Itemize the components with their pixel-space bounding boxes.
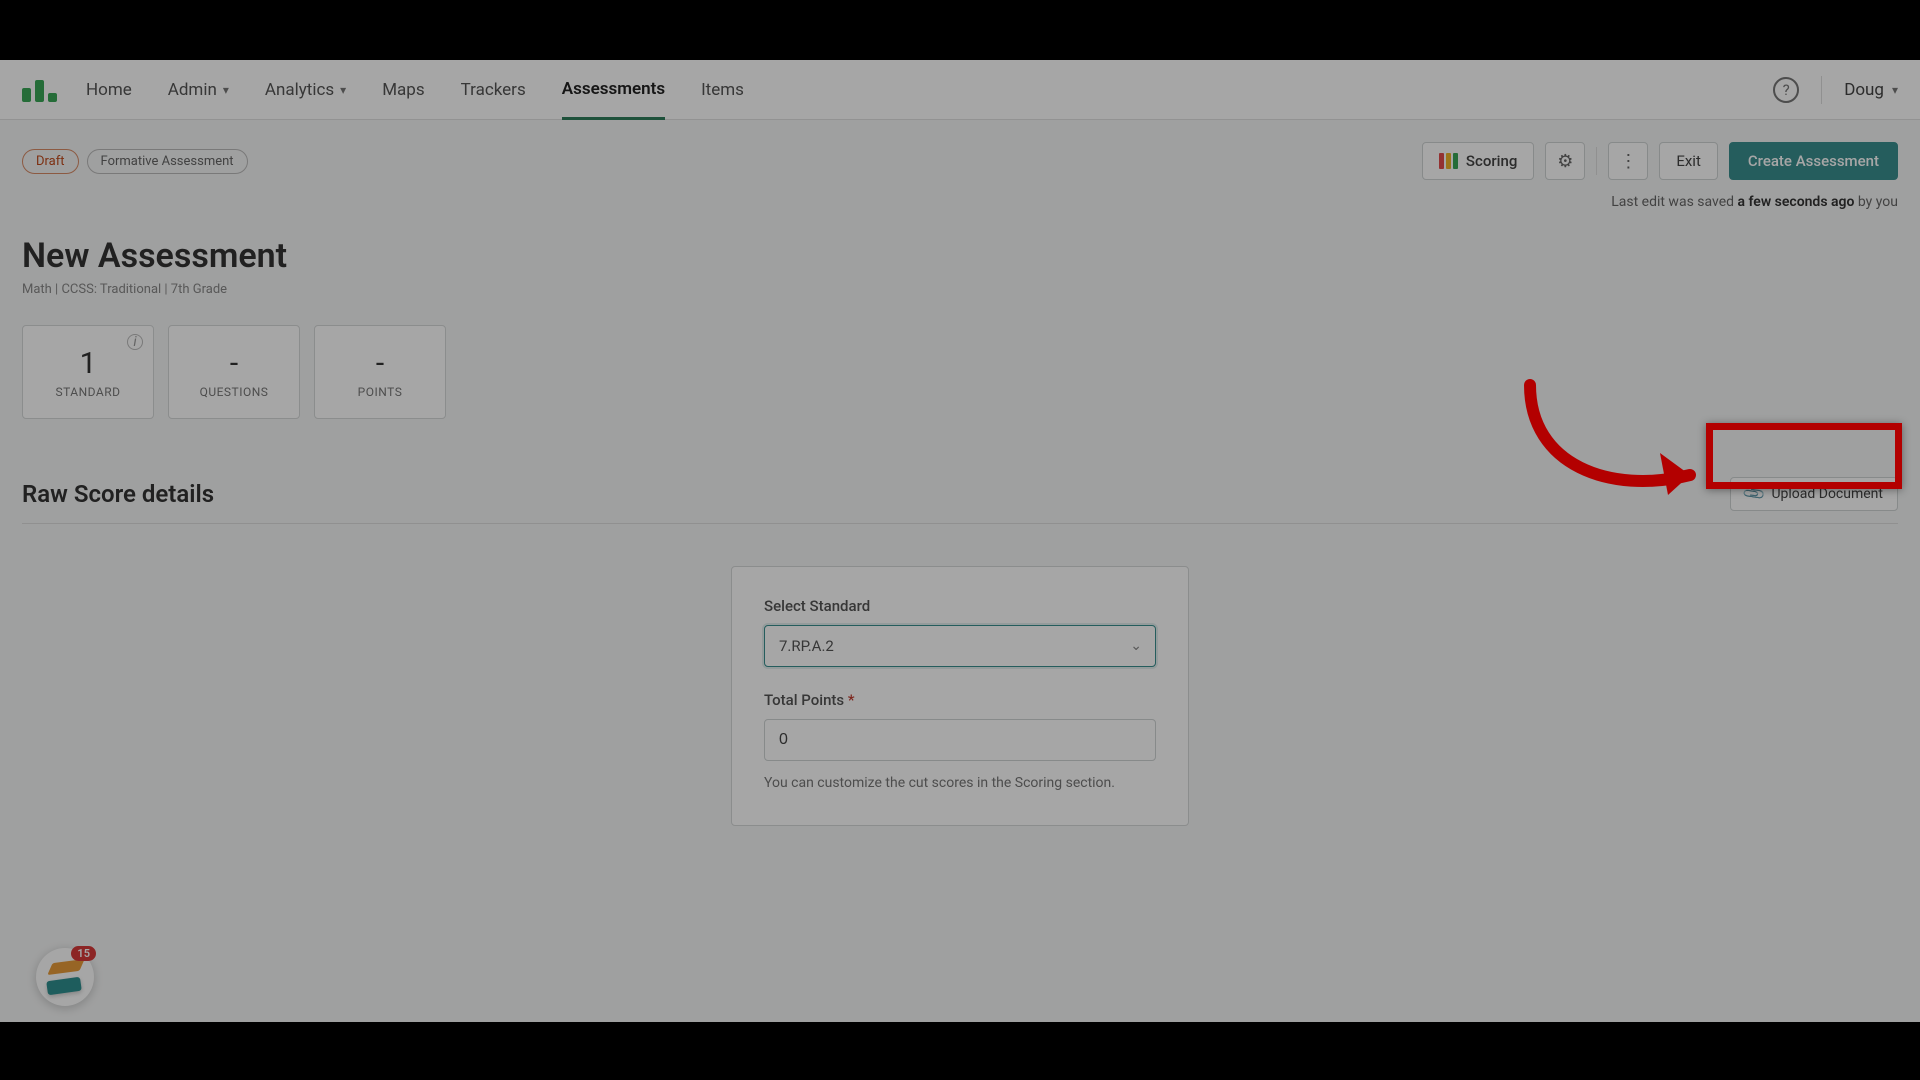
stat-questions-value: - [230,346,238,381]
content: Draft Formative Assessment Scoring ⚙ ⋮ E… [0,120,1920,848]
save-prefix: Last edit was saved [1611,194,1737,210]
nav-maps[interactable]: Maps [382,62,424,118]
status-badges: Draft Formative Assessment [22,149,248,174]
letterbox-top [0,0,1920,60]
chevron-down-icon: ▾ [223,83,229,97]
stat-points-label: POINTS [358,385,403,399]
stat-standard-label: STANDARD [55,385,120,399]
stat-points[interactable]: - POINTS [314,325,446,419]
widget-icon [47,959,83,995]
save-when: a few seconds ago [1738,194,1855,210]
chevron-down-icon: ▾ [1892,83,1898,97]
letterbox-bottom [0,1022,1920,1080]
stat-standard[interactable]: i 1 STANDARD [22,325,154,419]
help-widget[interactable]: 15 [36,948,94,1006]
gear-icon: ⚙ [1557,151,1573,172]
page-title: New Assessment [22,236,1898,276]
save-info: Last edit was saved a few seconds ago by… [22,194,1898,210]
select-standard-label: Select Standard [764,597,1156,615]
chevron-down-icon: ▾ [340,83,346,97]
nav-analytics-label: Analytics [265,80,334,100]
create-assessment-button[interactable]: Create Assessment [1729,142,1898,180]
nav-home[interactable]: Home [86,62,132,118]
settings-button[interactable]: ⚙ [1545,142,1585,180]
widget-count-badge: 15 [71,946,96,961]
section-header: Raw Score details 📎 Upload Document [22,477,1898,524]
user-name: Doug [1844,80,1884,100]
stat-cards: i 1 STANDARD - QUESTIONS - POINTS [22,325,1898,419]
nav-analytics[interactable]: Analytics ▾ [265,62,346,118]
nav-admin-label: Admin [168,80,217,100]
nav-links: Home Admin ▾ Analytics ▾ Maps Trackers A… [86,61,744,119]
total-points-label-text: Total Points [764,691,848,709]
paperclip-icon: 📎 [1741,481,1767,507]
upload-label: Upload Document [1771,486,1883,502]
divider [1596,147,1597,175]
stat-standard-value: 1 [80,346,97,381]
stat-points-value: - [376,346,384,381]
page-subtitle: Math | CCSS: Traditional | 7th Grade [22,282,1898,297]
user-menu[interactable]: Doug ▾ [1844,80,1898,100]
nav-assessments[interactable]: Assessments [562,61,665,120]
required-asterisk: * [848,691,855,709]
help-icon[interactable]: ? [1773,77,1799,103]
nav-trackers[interactable]: Trackers [461,62,526,118]
nav-right: ? Doug ▾ [1773,76,1898,104]
total-points-input[interactable] [764,719,1156,761]
scoring-label: Scoring [1466,152,1517,170]
stat-questions[interactable]: - QUESTIONS [168,325,300,419]
scoring-button[interactable]: Scoring [1422,142,1534,180]
select-standard[interactable]: 7.RP.A.2 ⌄ [764,625,1156,667]
app-frame: Home Admin ▾ Analytics ▾ Maps Trackers A… [0,60,1920,1022]
select-standard-value: 7.RP.A.2 [764,625,1156,667]
nav-admin[interactable]: Admin ▾ [168,62,229,118]
divider [1821,76,1822,104]
stat-questions-label: QUESTIONS [200,385,269,399]
app-logo[interactable] [22,78,58,102]
form-card: Select Standard 7.RP.A.2 ⌄ Total Points … [731,566,1189,826]
total-points-label: Total Points * [764,691,1156,709]
exit-button[interactable]: Exit [1659,142,1718,180]
scoring-bars-icon [1439,153,1458,169]
more-button[interactable]: ⋮ [1608,142,1648,180]
formative-badge: Formative Assessment [87,149,248,174]
top-row: Draft Formative Assessment Scoring ⚙ ⋮ E… [22,142,1898,180]
info-icon[interactable]: i [127,334,143,350]
navbar: Home Admin ▾ Analytics ▾ Maps Trackers A… [0,60,1920,120]
points-hint: You can customize the cut scores in the … [764,775,1156,791]
save-suffix: by you [1854,194,1898,210]
top-actions: Scoring ⚙ ⋮ Exit Create Assessment [1422,142,1898,180]
section-title: Raw Score details [22,480,214,508]
upload-document-button[interactable]: 📎 Upload Document [1730,477,1898,511]
nav-items[interactable]: Items [701,62,744,118]
draft-badge: Draft [22,149,79,174]
kebab-icon: ⋮ [1619,151,1637,172]
